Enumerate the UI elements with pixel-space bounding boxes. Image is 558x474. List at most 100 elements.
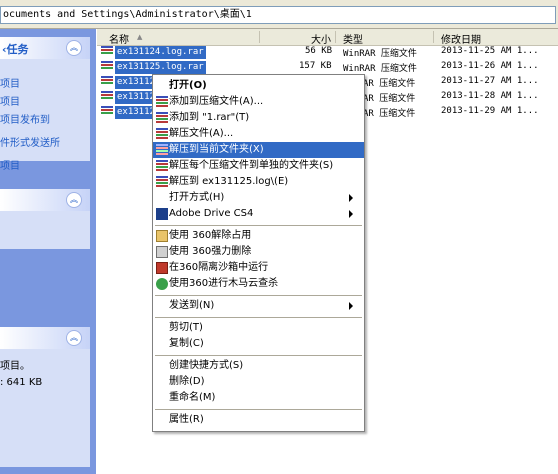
sandbox-icon xyxy=(156,262,168,274)
menu-label: 使用 360强力删除 xyxy=(169,246,252,257)
column-type[interactable]: 类型 xyxy=(343,31,363,46)
menu-separator xyxy=(155,355,362,356)
menu-label: 解压文件(A)... xyxy=(169,128,234,139)
details-text-1: 项目。 xyxy=(0,361,30,372)
menu-item-cut[interactable]: 剪切(T) xyxy=(153,320,364,336)
column-separator[interactable] xyxy=(433,31,434,43)
task-link-1[interactable]: 项目 xyxy=(0,75,20,90)
file-name: ex131125.log.rar xyxy=(115,61,206,74)
menu-separator xyxy=(155,225,362,226)
winrar-icon xyxy=(156,96,168,108)
menu-item-copy[interactable]: 复制(C) xyxy=(153,336,364,352)
menu-label: 复制(C) xyxy=(169,338,204,349)
submenu-arrow-icon xyxy=(349,210,353,218)
menu-separator xyxy=(155,317,362,318)
menu-label: 在360隔离沙箱中运行 xyxy=(169,262,269,273)
menu-item-delete[interactable]: 删除(D) xyxy=(153,374,364,390)
file-type: AR 压缩文件 xyxy=(363,94,416,104)
file-type: WinRAR 压缩文件 xyxy=(343,49,417,59)
column-separator[interactable] xyxy=(259,31,260,43)
file-name: ex131124.log.rar xyxy=(115,46,206,59)
details-size-text: : 641 KB xyxy=(0,377,43,388)
winrar-file-icon xyxy=(101,61,113,74)
menu-separator xyxy=(155,295,362,296)
file-row[interactable]: ex131124.log.rar 56 KB WinRAR 压缩文件 2013-… xyxy=(97,45,558,60)
winrar-icon xyxy=(156,176,168,188)
menu-label: 剪切(T) xyxy=(169,322,203,333)
address-input[interactable]: ocuments and Settings\Administrator\桌面\1 xyxy=(0,6,556,24)
winrar-icon xyxy=(156,112,168,124)
file-tasks-title: ‹任务 xyxy=(2,43,29,56)
menu-label: 属性(R) xyxy=(169,414,204,425)
column-name[interactable]: 名称 xyxy=(109,31,129,46)
menu-item-create-shortcut[interactable]: 创建快捷方式(S) xyxy=(153,358,364,374)
menu-item-open-with[interactable]: 打开方式(H) xyxy=(153,190,364,206)
task-link-3[interactable]: 项目发布到 xyxy=(0,111,50,126)
menu-item-extract-each[interactable]: 解压每个压缩文件到单独的文件夹(S) xyxy=(153,158,364,174)
file-modified: 2013-11-26 AM 1... xyxy=(441,61,539,71)
submenu-arrow-icon xyxy=(349,194,353,202)
other-places-panel: ︽ xyxy=(0,189,90,249)
file-modified: 2013-11-27 AM 1... xyxy=(441,76,539,86)
task-pane: ‹任务 ︽ 项目 项目 项目发布到 件形式发送所 项目 ︽ ︽ 项目。 : 64… xyxy=(0,29,96,474)
menu-item-extract-here[interactable]: 解压到当前文件夹(X) xyxy=(153,142,364,158)
other-places-header[interactable]: ︽ xyxy=(0,189,90,211)
file-size: 56 KB xyxy=(305,46,333,56)
menu-label: 使用 360解除占用 xyxy=(169,230,252,241)
task-link-2[interactable]: 项目 xyxy=(0,93,20,108)
menu-item-extract-to[interactable]: 解压到 ex131125.log\(E) xyxy=(153,174,364,190)
menu-label: 解压到 ex131125.log\(E) xyxy=(169,176,289,187)
menu-item-rename[interactable]: 重命名(M) xyxy=(153,390,364,406)
menu-label: 创建快捷方式(S) xyxy=(169,360,244,371)
menu-item-360-sandbox[interactable]: 在360隔离沙箱中运行 xyxy=(153,260,364,276)
context-menu: 打开(O) 添加到压缩文件(A)... 添加到 "1.rar"(T) 解压文件(… xyxy=(152,74,365,432)
menu-item-360-unlock[interactable]: 使用 360解除占用 xyxy=(153,228,364,244)
menu-label: 添加到压缩文件(A)... xyxy=(169,96,264,107)
menu-label: 删除(D) xyxy=(169,376,205,387)
360-scan-icon xyxy=(156,278,168,290)
file-type: AR 压缩文件 xyxy=(363,109,416,119)
menu-label: 解压到当前文件夹(X) xyxy=(169,144,264,155)
menu-item-adobe-drive[interactable]: Adobe Drive CS4 xyxy=(153,206,364,222)
file-modified: 2013-11-25 AM 1... xyxy=(441,46,539,56)
menu-item-add-to-rar[interactable]: 添加到 "1.rar"(T) xyxy=(153,110,364,126)
menu-item-360-delete[interactable]: 使用 360强力删除 xyxy=(153,244,364,260)
collapse-chevron-icon[interactable]: ︽ xyxy=(66,330,82,346)
winrar-file-icon xyxy=(101,76,113,89)
file-tasks-header[interactable]: ‹任务 ︽ xyxy=(0,37,90,59)
menu-label: 打开(O) xyxy=(169,80,207,91)
details-header[interactable]: ︽ xyxy=(0,327,90,349)
file-tasks-panel: ‹任务 ︽ 项目 项目 项目发布到 件形式发送所 项目 xyxy=(0,37,90,172)
menu-separator xyxy=(155,409,362,410)
file-modified: 2013-11-28 AM 1... xyxy=(441,91,539,101)
file-name: ex13112 xyxy=(115,91,157,104)
menu-item-extract-files[interactable]: 解压文件(A)... xyxy=(153,126,364,142)
menu-label: 解压每个压缩文件到单独的文件夹(S) xyxy=(169,160,334,171)
winrar-icon xyxy=(156,128,168,140)
column-modified[interactable]: 修改日期 xyxy=(441,31,481,46)
column-separator[interactable] xyxy=(335,31,336,43)
file-row[interactable]: ex131125.log.rar 157 KB WinRAR 压缩文件 2013… xyxy=(97,60,558,75)
winrar-icon xyxy=(156,144,168,156)
menu-label: 使用360进行木马云查杀 xyxy=(169,278,279,289)
menu-item-open[interactable]: 打开(O) xyxy=(153,78,364,94)
menu-label: 重命名(M) xyxy=(169,392,216,403)
adobe-drive-icon xyxy=(156,208,168,220)
task-link-4[interactable]: 件形式发送所 xyxy=(0,134,60,149)
menu-label: Adobe Drive CS4 xyxy=(169,208,254,219)
collapse-chevron-icon[interactable]: ︽ xyxy=(66,40,82,56)
column-size[interactable]: 大小 xyxy=(311,31,331,46)
menu-item-properties[interactable]: 属性(R) xyxy=(153,412,364,428)
menu-item-add-archive[interactable]: 添加到压缩文件(A)... xyxy=(153,94,364,110)
menu-item-send-to[interactable]: 发送到(N) xyxy=(153,298,364,314)
winrar-file-icon xyxy=(101,91,113,104)
winrar-icon xyxy=(156,160,168,172)
file-size: 157 KB xyxy=(299,61,332,71)
menu-item-360-scan[interactable]: 使用360进行木马云查杀 xyxy=(153,276,364,292)
collapse-chevron-icon[interactable]: ︽ xyxy=(66,192,82,208)
winrar-file-icon xyxy=(101,106,113,119)
details-panel: ︽ 项目。 : 641 KB xyxy=(0,327,90,467)
address-bar: ocuments and Settings\Administrator\桌面\1 xyxy=(0,0,558,29)
file-type: WinRAR 压缩文件 xyxy=(343,64,417,74)
task-link-5[interactable]: 项目 xyxy=(0,157,20,172)
